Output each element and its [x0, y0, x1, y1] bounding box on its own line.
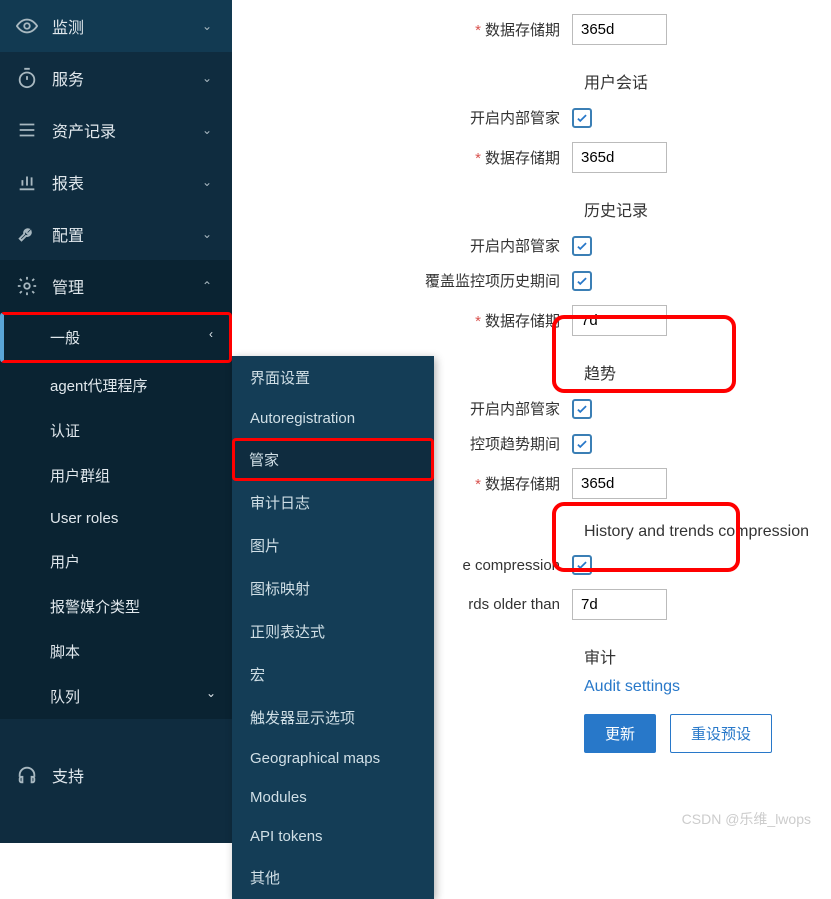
chevron-down-icon: ⌄	[202, 123, 216, 137]
input-session-storage[interactable]	[572, 142, 667, 173]
nav-label: 管理	[52, 274, 202, 298]
sub-label: 用户群组	[50, 468, 110, 485]
checkbox-session[interactable]	[572, 108, 592, 128]
heading-audit: 审计	[584, 644, 811, 668]
nav-label: 资产记录	[52, 118, 202, 142]
submenu-modules[interactable]: Modules	[232, 778, 434, 817]
sub-label: 脚本	[50, 644, 80, 661]
submenu-regex[interactable]: 正则表达式	[232, 610, 434, 653]
sub-scripts[interactable]: 脚本	[0, 629, 232, 674]
heading-session: 用户会话	[584, 69, 811, 93]
chevron-down-icon: ⌄	[202, 227, 216, 241]
submenu-autoreg[interactable]: Autoregistration	[232, 399, 434, 438]
sub-label: agent代理程序	[50, 378, 148, 395]
checkbox-compression[interactable]	[572, 555, 592, 575]
submenu-images[interactable]: 图片	[232, 524, 434, 567]
submenu-gui[interactable]: 界面设置	[232, 356, 434, 399]
heading-compression: History and trends compression	[584, 523, 811, 541]
submenu-audit[interactable]: 审计日志	[232, 481, 434, 524]
checkbox-trends[interactable]	[572, 399, 592, 419]
timer-icon	[16, 67, 38, 89]
label-enable-session: 开启内部管家	[252, 107, 572, 128]
nav-reports[interactable]: 报表 ⌄	[0, 156, 232, 208]
nav-services[interactable]: 服务 ⌄	[0, 52, 232, 104]
nav-label: 支持	[52, 763, 216, 787]
nav-monitor[interactable]: 监测 ⌄	[0, 0, 232, 52]
admin-subitems: 一般 ‹ agent代理程序 认证 用户群组 User roles 用户 报警媒…	[0, 312, 232, 719]
sub-label: 用户	[50, 554, 80, 571]
sub-users[interactable]: 用户	[0, 539, 232, 584]
nav-label: 报表	[52, 170, 202, 194]
input-storage-top[interactable]	[572, 14, 667, 45]
nav-support[interactable]: 支持	[0, 749, 232, 801]
submenu-apitokens[interactable]: API tokens	[232, 817, 434, 856]
sub-label: 认证	[50, 423, 80, 440]
sub-label: 队列	[50, 686, 80, 707]
watermark: CSDN @乐维_lwops	[682, 809, 811, 829]
sub-userroles[interactable]: User roles	[0, 498, 232, 539]
reset-button[interactable]: 重设预设	[670, 714, 772, 753]
sub-queue[interactable]: 队列 ⌄	[0, 674, 232, 719]
input-trends-storage[interactable]	[572, 468, 667, 499]
chevron-down-icon: ⌄	[202, 19, 216, 33]
chevron-right-icon: ‹	[209, 327, 213, 348]
nav-label: 配置	[52, 222, 202, 246]
update-button[interactable]: 更新	[584, 714, 656, 753]
chevron-down-icon: ⌄	[202, 175, 216, 189]
sub-mediatypes[interactable]: 报警媒介类型	[0, 584, 232, 629]
sub-label: 一般	[50, 327, 80, 348]
sub-usergroups[interactable]: 用户群组	[0, 453, 232, 498]
gear-icon	[16, 275, 38, 297]
sub-label: User roles	[50, 510, 118, 527]
sidebar: 监测 ⌄ 服务 ⌄ 资产记录 ⌄ 报表 ⌄ 配置 ⌄ 管理 ⌃ 一般 ‹ age…	[0, 0, 232, 843]
heading-history: 历史记录	[584, 197, 811, 221]
label-enable-history: 开启内部管家	[252, 235, 572, 256]
chart-icon	[16, 171, 38, 193]
chevron-up-icon: ⌃	[202, 279, 216, 293]
nav-label: 监测	[52, 14, 202, 38]
submenu-housekeeping[interactable]: 管家	[232, 438, 434, 481]
submenu-trigger[interactable]: 触发器显示选项	[232, 696, 434, 739]
label-history-storage: *数据存储期	[252, 310, 572, 331]
chevron-down-icon: ⌄	[206, 686, 216, 707]
sub-proxies[interactable]: agent代理程序	[0, 363, 232, 408]
link-audit-settings[interactable]: Audit settings	[584, 678, 811, 696]
heading-trends: 趋势	[584, 360, 811, 384]
nav-inventory[interactable]: 资产记录 ⌄	[0, 104, 232, 156]
chevron-down-icon: ⌄	[202, 71, 216, 85]
nav-config[interactable]: 配置 ⌄	[0, 208, 232, 260]
wrench-icon	[16, 223, 38, 245]
checkbox-history[interactable]	[572, 236, 592, 256]
eye-icon	[16, 15, 38, 37]
submenu-geomaps[interactable]: Geographical maps	[232, 739, 434, 778]
label-storage: *数据存储期	[252, 19, 572, 40]
sub-auth[interactable]: 认证	[0, 408, 232, 453]
checkbox-override-trends[interactable]	[572, 434, 592, 454]
input-older-than[interactable]	[572, 589, 667, 620]
headset-icon	[16, 764, 38, 786]
sub-label: 报警媒介类型	[50, 599, 140, 616]
submenu-other[interactable]: 其他	[232, 856, 434, 899]
submenu-iconmap[interactable]: 图标映射	[232, 567, 434, 610]
label-override-history: 覆盖监控项历史期间	[252, 270, 572, 291]
checkbox-override-history[interactable]	[572, 271, 592, 291]
general-submenu: 界面设置 Autoregistration 管家 审计日志 图片 图标映射 正则…	[232, 356, 434, 899]
list-icon	[16, 119, 38, 141]
input-history-storage[interactable]	[572, 305, 667, 336]
nav-admin[interactable]: 管理 ⌃	[0, 260, 232, 312]
label-session-storage: *数据存储期	[252, 147, 572, 168]
nav-label: 服务	[52, 66, 202, 90]
submenu-macros[interactable]: 宏	[232, 653, 434, 696]
sub-general[interactable]: 一般 ‹	[0, 312, 232, 363]
